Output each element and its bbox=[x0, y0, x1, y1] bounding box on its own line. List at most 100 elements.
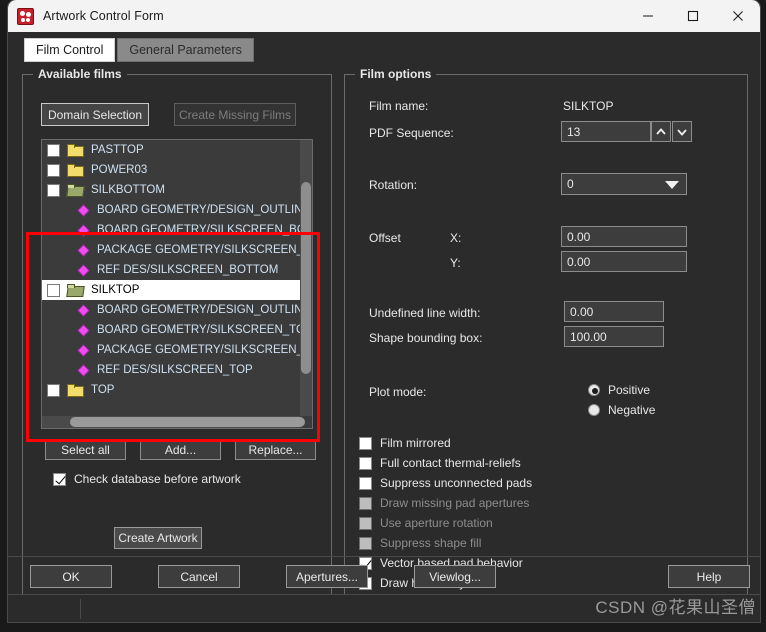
list-horizontal-scroll-thumb[interactable] bbox=[70, 417, 305, 427]
available-films-group: Available films Domain Selection Create … bbox=[22, 67, 332, 606]
list-item[interactable]: BOARD GEOMETRY/SILKSCREEN_TOP bbox=[42, 320, 300, 340]
close-icon[interactable] bbox=[715, 0, 760, 32]
offset-x-input[interactable]: 0.00 bbox=[561, 226, 687, 247]
list-item-label: BOARD GEOMETRY/DESIGN_OUTLINE bbox=[97, 304, 300, 316]
plot-mode-negative-radio[interactable]: Negative bbox=[588, 403, 655, 417]
layer-diamond-icon bbox=[77, 263, 90, 277]
list-item[interactable]: PACKAGE GEOMETRY/SILKSCREEN_TOP bbox=[42, 340, 300, 360]
available-films-legend: Available films bbox=[33, 67, 127, 81]
list-item-label: BOARD GEOMETRY/SILKSCREEN_BOTTOM bbox=[97, 224, 300, 236]
shape-bounding-box-label: Shape bounding box: bbox=[369, 331, 483, 345]
create-artwork-button[interactable]: Create Artwork bbox=[114, 527, 202, 549]
checkmark-icon bbox=[53, 472, 66, 486]
folder-icon bbox=[67, 143, 84, 157]
apertures-button[interactable]: Apertures... bbox=[286, 565, 368, 588]
folder-open-icon bbox=[66, 283, 85, 297]
tab-film-control[interactable]: Film Control bbox=[24, 38, 116, 62]
pdf-sequence-input[interactable]: 13 bbox=[561, 121, 651, 142]
list-item-label: POWER03 bbox=[91, 164, 148, 176]
list-item[interactable]: BOARD GEOMETRY/DESIGN_OUTLINE bbox=[42, 300, 300, 320]
list-item[interactable]: SILKBOTTOM bbox=[42, 180, 300, 200]
pdf-sequence-up-icon[interactable] bbox=[651, 121, 671, 142]
checkbox-icon bbox=[359, 536, 372, 550]
maximize-icon[interactable] bbox=[670, 0, 715, 32]
checkbox-icon bbox=[359, 456, 372, 470]
ok-button[interactable]: OK bbox=[30, 565, 112, 588]
tab-strip: Film Control General Parameters bbox=[8, 32, 760, 62]
checkbox-icon bbox=[359, 516, 372, 530]
replace-button[interactable]: Replace... bbox=[235, 439, 316, 460]
plot-mode-positive-label: Positive bbox=[608, 383, 651, 397]
list-item-label: BOARD GEOMETRY/DESIGN_OUTLINE bbox=[97, 204, 300, 216]
pdf-sequence-label: PDF Sequence: bbox=[369, 126, 454, 140]
check-database-label: Check database before artwork bbox=[74, 472, 241, 486]
film-option-checkbox: Suppress shape fill bbox=[359, 536, 481, 550]
undefined-line-width-label: Undefined line width: bbox=[369, 306, 481, 320]
dialog-button-bar: OK Cancel Apertures... Viewlog... Help bbox=[8, 556, 760, 594]
list-item[interactable]: BOARD GEOMETRY/SILKSCREEN_BOTTOM bbox=[42, 220, 300, 240]
film-option-checkbox[interactable]: Film mirrored bbox=[359, 436, 451, 450]
film-option-label: Draw missing pad apertures bbox=[380, 496, 530, 510]
folder-icon bbox=[67, 163, 84, 177]
film-checkbox[interactable] bbox=[47, 163, 60, 177]
list-horizontal-scrollbar[interactable] bbox=[42, 416, 305, 428]
list-item[interactable]: REF DES/SILKSCREEN_BOTTOM bbox=[42, 260, 300, 280]
domain-selection-button[interactable]: Domain Selection bbox=[41, 103, 149, 126]
list-item-label: BOARD GEOMETRY/SILKSCREEN_TOP bbox=[97, 324, 300, 336]
list-vertical-scroll-thumb[interactable] bbox=[301, 182, 311, 374]
list-item[interactable]: TOP bbox=[42, 380, 300, 400]
list-item[interactable]: PACKAGE GEOMETRY/SILKSCREEN_BOTTOM bbox=[42, 240, 300, 260]
viewlog-button[interactable]: Viewlog... bbox=[414, 565, 496, 588]
list-item[interactable]: PASTTOP bbox=[42, 140, 300, 160]
minimize-icon[interactable] bbox=[625, 0, 670, 32]
radio-icon bbox=[588, 384, 600, 396]
list-item[interactable]: SILKTOP bbox=[42, 280, 300, 300]
film-options-legend: Film options bbox=[355, 67, 437, 81]
list-item-label: PACKAGE GEOMETRY/SILKSCREEN_BOTTOM bbox=[97, 244, 300, 256]
pdf-sequence-down-icon[interactable] bbox=[672, 121, 692, 142]
list-item[interactable]: REF DES/SILKSCREEN_TOP bbox=[42, 360, 300, 380]
cancel-button[interactable]: Cancel bbox=[158, 565, 240, 588]
layer-diamond-icon bbox=[77, 303, 90, 317]
help-button[interactable]: Help bbox=[668, 565, 750, 588]
form-content: Available films Domain Selection Create … bbox=[8, 62, 760, 622]
layer-diamond-icon bbox=[77, 363, 90, 377]
plot-mode-positive-radio[interactable]: Positive bbox=[588, 383, 650, 397]
rotation-select[interactable]: 0 bbox=[561, 173, 687, 195]
select-all-button[interactable]: Select all bbox=[45, 439, 126, 460]
film-name-value: SILKTOP bbox=[563, 99, 614, 113]
checkbox-icon bbox=[359, 496, 372, 510]
check-database-before-artwork-checkbox[interactable]: Check database before artwork bbox=[53, 472, 241, 486]
offset-y-input[interactable]: 0.00 bbox=[561, 251, 687, 272]
film-option-checkbox[interactable]: Suppress unconnected pads bbox=[359, 476, 532, 490]
undefined-line-width-input[interactable]: 0.00 bbox=[564, 301, 664, 322]
create-missing-films-button[interactable]: Create Missing Films bbox=[174, 103, 296, 126]
film-checkbox[interactable] bbox=[47, 383, 60, 397]
add-button[interactable]: Add... bbox=[140, 439, 221, 460]
window-controls bbox=[625, 0, 760, 32]
window-title: Artwork Control Form bbox=[43, 9, 164, 23]
film-checkbox[interactable] bbox=[47, 143, 60, 157]
available-films-list[interactable]: PASTTOP POWER03 SILKBOTTOM BOARD GEOMETRY/D… bbox=[41, 139, 313, 429]
shape-bounding-box-input[interactable]: 100.00 bbox=[564, 326, 664, 347]
film-option-label: Suppress shape fill bbox=[380, 536, 482, 550]
list-item-label: REF DES/SILKSCREEN_TOP bbox=[97, 364, 253, 376]
list-item[interactable]: POWER03 bbox=[42, 160, 300, 180]
film-checkbox[interactable] bbox=[47, 283, 60, 297]
watermark: CSDN @花果山圣僧 bbox=[595, 598, 756, 617]
layer-diamond-icon bbox=[77, 323, 90, 337]
film-checkbox[interactable] bbox=[47, 183, 60, 197]
list-vertical-scrollbar[interactable] bbox=[300, 140, 312, 416]
radio-icon bbox=[588, 404, 600, 416]
tab-general-parameters[interactable]: General Parameters bbox=[117, 38, 254, 62]
film-option-checkbox: Draw missing pad apertures bbox=[359, 496, 529, 510]
film-option-checkbox: Use aperture rotation bbox=[359, 516, 493, 530]
film-option-checkbox[interactable]: Full contact thermal-reliefs bbox=[359, 456, 521, 470]
list-item[interactable]: BOARD GEOMETRY/DESIGN_OUTLINE bbox=[42, 200, 300, 220]
folder-icon bbox=[67, 383, 84, 397]
film-option-label: Suppress unconnected pads bbox=[380, 476, 533, 490]
list-item-label: SILKBOTTOM bbox=[91, 184, 165, 196]
folder-open-icon bbox=[66, 183, 85, 197]
plot-mode-negative-label: Negative bbox=[608, 403, 656, 417]
film-option-label: Film mirrored bbox=[380, 436, 451, 450]
